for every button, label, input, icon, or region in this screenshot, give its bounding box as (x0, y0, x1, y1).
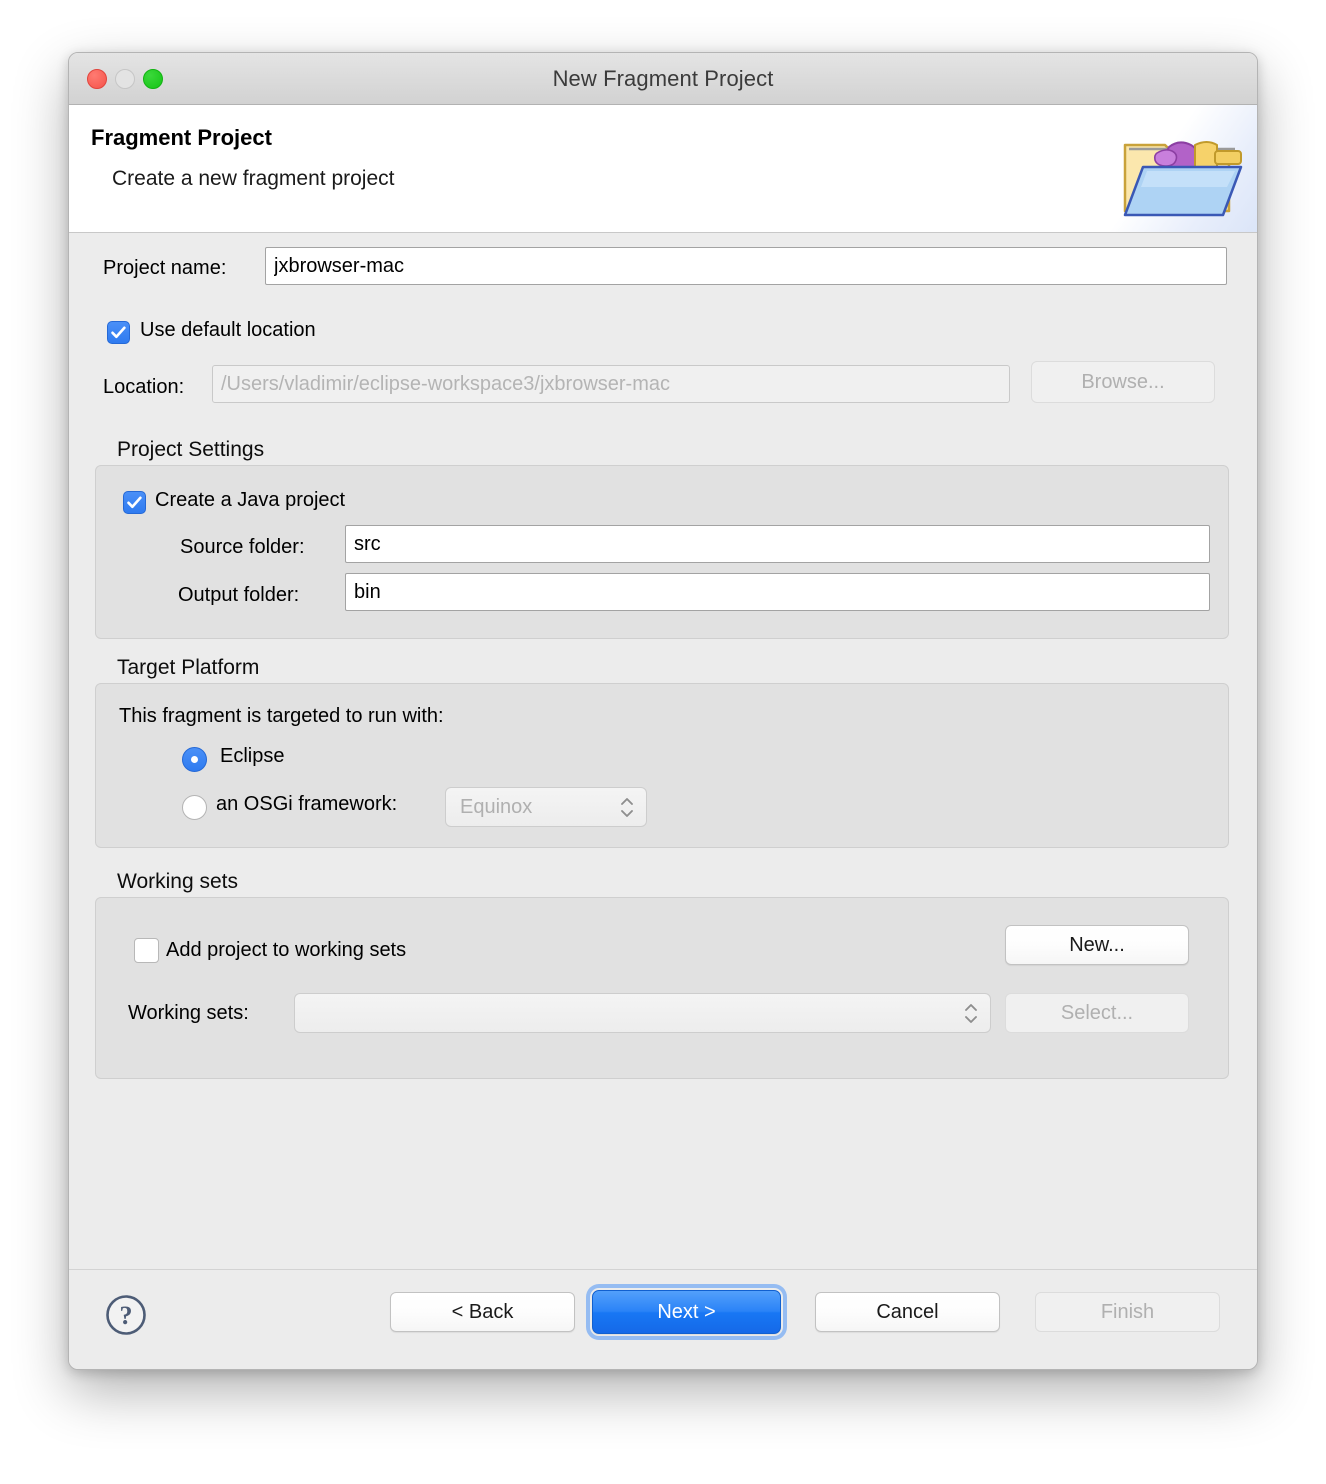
source-folder-label: Source folder: (180, 536, 305, 558)
stepper-chevrons-icon (612, 797, 642, 818)
browse-button: Browse... (1031, 361, 1215, 403)
output-folder-label: Output folder: (178, 584, 300, 606)
location-input (212, 365, 1010, 403)
window-title: New Fragment Project (552, 66, 774, 91)
page-subtitle: Create a new fragment project (112, 167, 395, 190)
target-platform-group-label: Target Platform (117, 656, 260, 679)
wizard-banner: Fragment Project Create a new fragment p… (69, 105, 1257, 233)
osgi-framework-combo: Equinox (445, 787, 647, 827)
question-mark-help-icon[interactable]: ? (105, 1294, 147, 1336)
target-osgi-radio[interactable] (182, 795, 207, 820)
osgi-framework-value: Equinox (460, 795, 533, 818)
checkmark-icon (127, 496, 142, 509)
working-sets-label: Working sets: (128, 1002, 249, 1024)
svg-text:?: ? (120, 1301, 133, 1330)
new-working-set-button[interactable]: New... (1005, 925, 1189, 965)
new-fragment-project-dialog: New Fragment Project Fragment Project Cr… (68, 52, 1258, 1370)
finish-button: Finish (1035, 1292, 1220, 1332)
target-eclipse-label: Eclipse (220, 745, 285, 767)
source-folder-input[interactable] (345, 525, 1210, 563)
location-label: Location: (103, 376, 185, 398)
target-eclipse-radio[interactable] (182, 747, 207, 772)
page-title: Fragment Project (91, 125, 272, 150)
project-name-input[interactable] (265, 247, 1227, 285)
project-name-label: Project name: (103, 257, 227, 279)
window-titlebar[interactable]: New Fragment Project (69, 53, 1257, 105)
working-sets-group-label: Working sets (117, 870, 238, 893)
target-osgi-label: an OSGi framework: (216, 793, 398, 815)
select-working-set-button: Select... (1005, 993, 1189, 1033)
create-java-project-label: Create a Java project (155, 489, 346, 511)
use-default-location-label: Use default location (140, 319, 316, 341)
create-java-project-checkbox[interactable] (123, 491, 146, 514)
use-default-location-checkbox[interactable] (107, 321, 130, 344)
fragment-project-folder-plug-icon (1107, 105, 1257, 232)
working-sets-combo[interactable] (294, 993, 991, 1033)
project-settings-group-label: Project Settings (117, 438, 265, 461)
add-project-to-working-sets-checkbox[interactable] (134, 938, 159, 963)
cancel-button[interactable]: Cancel (815, 1292, 1000, 1332)
checkmark-icon (111, 326, 126, 339)
screenshot-root: New Fragment Project Fragment Project Cr… (0, 0, 1326, 1484)
add-project-to-working-sets-label: Add project to working sets (166, 939, 407, 961)
back-button[interactable]: < Back (390, 1292, 575, 1332)
next-button[interactable]: Next > (592, 1290, 781, 1334)
target-platform-prompt: This fragment is targeted to run with: (119, 705, 444, 727)
stepper-chevrons-icon (956, 1003, 986, 1024)
wizard-body: Project name: Use default location Locat… (69, 233, 1257, 1269)
wizard-footer: ? < Back Next > Cancel Finish (69, 1269, 1257, 1369)
output-folder-input[interactable] (345, 573, 1210, 611)
